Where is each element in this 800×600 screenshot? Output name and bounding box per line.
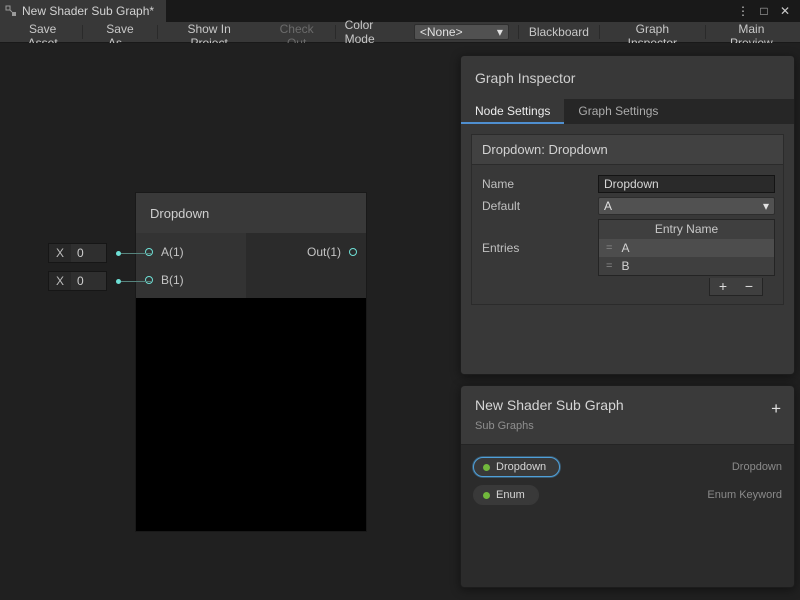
entries-column-header: Entry Name xyxy=(599,220,774,239)
chevron-down-icon: ▾ xyxy=(497,25,503,39)
section-title: Dropdown: Dropdown xyxy=(471,134,784,165)
blackboard-header: New Shader Sub Graph Sub Graphs + xyxy=(461,386,794,445)
port-out-icon[interactable] xyxy=(349,248,357,256)
entries-list-footer: + − xyxy=(709,278,763,296)
node-output-ports: Out(1) xyxy=(246,233,366,298)
input-port-b[interactable]: B(1) xyxy=(136,266,246,294)
drag-handle-icon[interactable]: = xyxy=(606,242,612,254)
toolbar-separator xyxy=(82,25,83,39)
node-preview xyxy=(136,298,366,531)
tab-title: New Shader Sub Graph* xyxy=(22,4,154,18)
name-input[interactable] xyxy=(598,175,775,193)
entries-list: Entry Name = A = B xyxy=(598,219,775,276)
toolbar-separator xyxy=(335,25,336,39)
node-settings-section: Dropdown: Dropdown Name Default A ▾ xyxy=(471,134,784,305)
input-port-a[interactable]: A(1) xyxy=(136,238,246,266)
blackboard-toggle-button[interactable]: Blackboard xyxy=(520,22,598,42)
value-field[interactable]: 0 xyxy=(71,272,106,290)
property-pill-enum[interactable]: Enum xyxy=(473,485,539,505)
exposed-dot-icon xyxy=(483,492,490,499)
entry-row-b[interactable]: = B xyxy=(599,257,774,275)
entries-label: Entries xyxy=(480,241,598,255)
property-type-label: Dropdown xyxy=(732,461,782,473)
name-label: Name xyxy=(480,177,598,191)
exposed-dot-icon xyxy=(483,464,490,471)
property-pill-dropdown[interactable]: Dropdown xyxy=(473,457,560,477)
node-input-ports: A(1) B(1) xyxy=(136,233,246,298)
axis-label: X xyxy=(49,246,71,260)
node-title[interactable]: Dropdown xyxy=(136,193,366,233)
default-label: Default xyxy=(480,199,598,213)
check-out-button: Check Out xyxy=(260,22,334,42)
drag-handle-icon[interactable]: = xyxy=(606,260,612,272)
blackboard-title: New Shader Sub Graph xyxy=(475,397,780,413)
input-b-value-field[interactable]: X 0 xyxy=(48,271,107,291)
graph-inspector-panel: Graph Inspector Node Settings Graph Sett… xyxy=(460,55,795,375)
default-dropdown[interactable]: A ▾ xyxy=(598,197,775,215)
input-a-value-field[interactable]: X 0 xyxy=(48,243,107,263)
property-type-label: Enum Keyword xyxy=(707,489,782,501)
window-controls: ⋮ □ ✕ xyxy=(734,0,800,22)
add-property-button[interactable]: + xyxy=(771,399,781,419)
add-entry-button[interactable]: + xyxy=(710,278,736,295)
dropdown-node[interactable]: Dropdown A(1) B(1) Out(1) xyxy=(135,192,367,532)
blackboard-body: Dropdown Dropdown Enum Enum Keyword xyxy=(461,445,794,525)
blackboard-panel: New Shader Sub Graph Sub Graphs + Dropdo… xyxy=(460,385,795,588)
edge-wire xyxy=(121,253,152,254)
entry-row-a[interactable]: = A xyxy=(599,239,774,257)
graph-inspector-toggle-button[interactable]: Graph Inspector xyxy=(601,22,704,42)
remove-entry-button[interactable]: − xyxy=(736,278,762,295)
toolbar-separator xyxy=(157,25,158,39)
color-mode-value: <None> xyxy=(420,25,463,39)
blackboard-subtitle: Sub Graphs xyxy=(475,420,780,432)
toolbar-separator xyxy=(599,25,600,39)
maximize-icon[interactable]: □ xyxy=(755,4,773,18)
value-field[interactable]: 0 xyxy=(71,244,106,262)
color-mode-dropdown[interactable]: <None> ▾ xyxy=(414,24,509,40)
tab-graph-settings[interactable]: Graph Settings xyxy=(564,99,672,124)
save-asset-button[interactable]: Save Asset xyxy=(4,22,81,42)
toolbar-separator xyxy=(518,25,519,39)
blackboard-row-enum: Enum Enum Keyword xyxy=(473,485,782,505)
edge-wire xyxy=(121,281,152,282)
port-b-icon[interactable] xyxy=(145,276,153,284)
document-tab[interactable]: New Shader Sub Graph* xyxy=(0,0,166,22)
main-preview-toggle-button[interactable]: Main Preview xyxy=(707,22,796,42)
toolbar: Save Asset Save As... Show In Project Ch… xyxy=(0,22,800,43)
inspector-title: Graph Inspector xyxy=(461,56,794,99)
shader-graph-icon xyxy=(5,5,17,17)
color-mode-label: Color Mode xyxy=(337,18,414,46)
kebab-menu-icon[interactable]: ⋮ xyxy=(734,4,752,18)
node-body: A(1) B(1) Out(1) xyxy=(136,233,366,298)
toolbar-separator xyxy=(705,25,706,39)
chevron-down-icon: ▾ xyxy=(763,199,769,213)
save-as-button[interactable]: Save As... xyxy=(84,22,155,42)
axis-label: X xyxy=(49,274,71,288)
inspector-tabs: Node Settings Graph Settings xyxy=(461,99,794,124)
tab-node-settings[interactable]: Node Settings xyxy=(461,99,564,124)
output-port-out[interactable]: Out(1) xyxy=(246,238,366,266)
port-a-icon[interactable] xyxy=(145,248,153,256)
default-value: A xyxy=(604,199,612,213)
graph-canvas[interactable]: Dropdown A(1) B(1) Out(1) xyxy=(0,43,800,600)
show-in-project-button[interactable]: Show In Project xyxy=(159,22,260,42)
close-icon[interactable]: ✕ xyxy=(776,4,794,18)
blackboard-row-dropdown: Dropdown Dropdown xyxy=(473,457,782,477)
